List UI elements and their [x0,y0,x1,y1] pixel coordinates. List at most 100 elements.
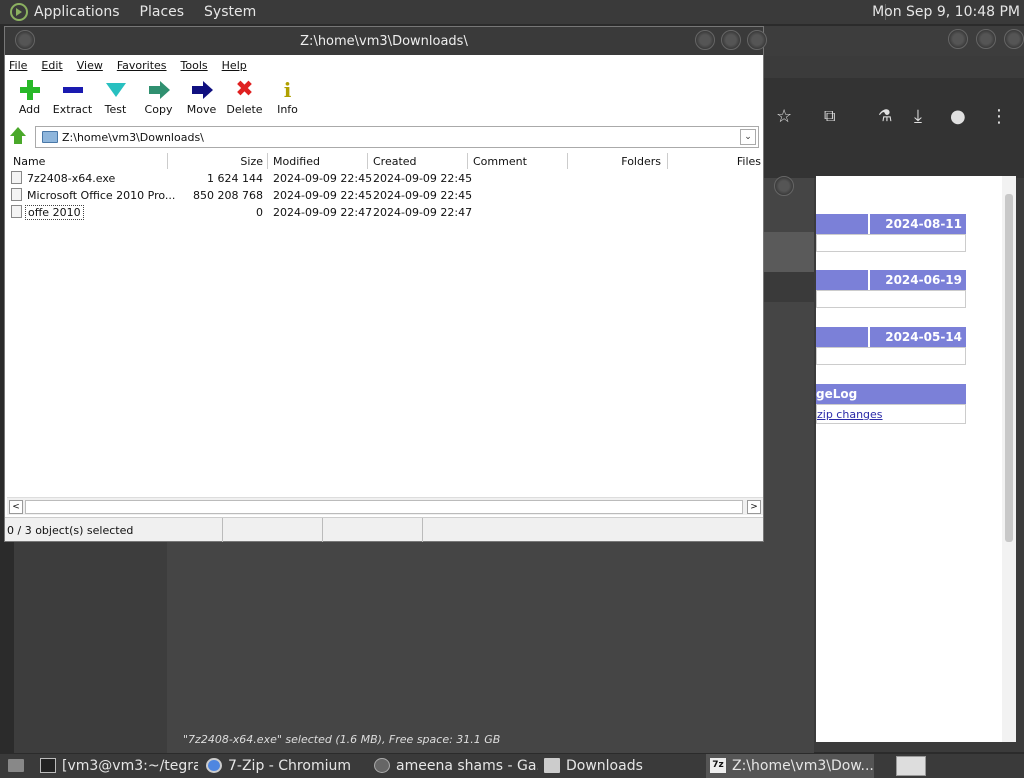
info-button[interactable]: i Info [266,75,309,121]
panel-menu-applications[interactable]: Applications [34,4,120,20]
file-list: Name Size Modified Created Comment Folde… [7,153,761,497]
task-chromium[interactable]: 7-Zip - Chromium [202,754,368,778]
browser-web-page: 2024-08-11 2024-06-19 2024-05-14 geLog z… [816,176,1016,742]
column-header-name[interactable]: Name [13,155,45,168]
delete-icon: ✖ [235,77,254,102]
file-size: 0 [256,206,263,219]
address-input[interactable]: Z:\home\vm3\Downloads\ ⌄ [35,126,759,148]
7zip-menubar: File Edit View Favorites Tools Help [5,55,763,75]
file-icon [11,188,22,201]
close-button[interactable] [1004,29,1024,49]
menu-tools[interactable]: Tools [181,59,208,72]
file-modified: 2024-09-09 22:45 [273,172,373,185]
7zip-icon: 7z [710,758,726,773]
show-desktop-button[interactable] [896,756,926,776]
address-dropdown-chevron-icon[interactable]: ⌄ [740,129,756,145]
7zip-window: Z:\home\vm3\Downloads\ File Edit View Fa… [4,26,767,542]
file-created: 2024-09-09 22:47 [373,206,473,219]
terminal-icon [40,758,56,773]
menu-favorites[interactable]: Favorites [117,59,167,72]
file-manager-close-button[interactable] [774,176,794,196]
page-scrollbar-thumb[interactable] [1005,194,1013,542]
news-item: 2024-06-19 [816,270,966,308]
horizontal-scrollbar[interactable]: < > [7,497,763,515]
scroll-track[interactable] [25,500,743,514]
file-icon [11,205,22,218]
menu-logo-icon[interactable] [10,3,28,21]
file-name: 7z2408-x64.exe [27,172,116,185]
test-button[interactable]: Test [94,75,137,121]
minimize-button[interactable] [948,29,968,49]
news-item: 2024-05-14 [816,327,966,365]
copy-button[interactable]: Copy [137,75,180,121]
add-icon [18,79,42,101]
changelog-link[interactable]: zip changes [817,408,883,421]
file-size: 850 208 768 [193,189,263,202]
up-folder-icon[interactable] [9,127,27,145]
task-7zip[interactable]: 7z Z:\home\vm3\Dow... [706,754,874,778]
task-browser-gmail[interactable]: ameena shams - Ga... [370,754,538,778]
menu-file[interactable]: File [9,59,27,72]
chromium-icon [206,758,222,773]
folder-icon [42,131,58,143]
file-list-header: Name Size Modified Created Comment Folde… [7,153,761,170]
7zip-toolbar: Add Extract Test Copy Move ✖ Delete i In… [5,75,763,121]
panel-menu-system[interactable]: System [204,4,256,20]
file-modified: 2024-09-09 22:45 [273,189,373,202]
delete-button[interactable]: ✖ Delete [223,75,266,121]
browser-toolbar: ☆ ⧉ ⚗ ⤓ ● ⋮ [750,78,1024,178]
workspace-icon [8,759,24,772]
column-header-folders[interactable]: Folders [567,155,661,168]
window-menu-button[interactable] [15,30,35,50]
file-row[interactable]: Microsoft Office 2010 Pro... 850 208 768… [7,187,761,204]
task-terminal[interactable]: [vm3@vm3:~/tegra... [36,754,198,778]
file-row[interactable]: 7z2408-x64.exe 1 624 144 2024-09-09 22:4… [7,170,761,187]
info-icon: i [283,78,292,102]
7zip-close-button[interactable] [747,30,767,50]
labs-flask-icon[interactable]: ⚗ [878,106,892,125]
test-icon [104,79,128,101]
show-workspace-button[interactable] [0,754,34,778]
7zip-minimize-button[interactable] [695,30,715,50]
column-header-size[interactable]: Size [167,155,263,168]
changelog-box: geLog zip changes [816,384,966,424]
file-modified: 2024-09-09 22:47 [273,206,373,219]
panel-menu-places[interactable]: Places [140,4,185,20]
add-button[interactable]: Add [8,75,51,121]
menu-view[interactable]: View [77,59,103,72]
file-size: 1 624 144 [207,172,263,185]
page-scrollbar[interactable] [1002,176,1016,742]
more-menu-icon[interactable]: ⋮ [990,106,1008,127]
browser-window-controls [940,29,1024,49]
column-header-modified[interactable]: Modified [273,155,320,168]
extensions-icon[interactable]: ⧉ [824,106,835,126]
column-header-files[interactable]: Files [667,155,761,168]
menu-help[interactable]: Help [222,59,247,72]
file-created: 2024-09-09 22:45 [373,172,473,185]
profile-icon[interactable]: ● [950,106,966,127]
7zip-statusbar: 0 / 3 object(s) selected [5,517,763,542]
changelog-title: geLog [816,384,966,404]
move-button[interactable]: Move [180,75,223,121]
column-header-comment[interactable]: Comment [473,155,527,168]
news-date: 2024-05-14 [868,327,966,347]
maximize-button[interactable] [976,29,996,49]
panel-clock[interactable]: Mon Sep 9, 10:48 PM [872,4,1020,20]
task-downloads[interactable]: Downloads [540,754,704,778]
file-icon [11,171,22,184]
column-header-created[interactable]: Created [373,155,417,168]
scroll-right-arrow-icon[interactable]: > [747,500,761,514]
file-row[interactable]: offe 2010 0 2024-09-09 22:47 2024-09-09 … [7,204,761,221]
file-manager-window-controls [766,176,794,196]
address-text: Z:\home\vm3\Downloads\ [62,131,204,144]
7zip-maximize-button[interactable] [721,30,741,50]
extract-button[interactable]: Extract [51,75,94,121]
extract-icon [61,79,85,101]
bookmark-star-icon[interactable]: ☆ [776,106,792,127]
7zip-titlebar[interactable]: Z:\home\vm3\Downloads\ [5,27,767,55]
selection-status: 0 / 3 object(s) selected [7,524,134,537]
scroll-left-arrow-icon[interactable]: < [9,500,23,514]
download-icon[interactable]: ⤓ [914,106,922,127]
copy-icon [147,79,171,101]
menu-edit[interactable]: Edit [41,59,62,72]
